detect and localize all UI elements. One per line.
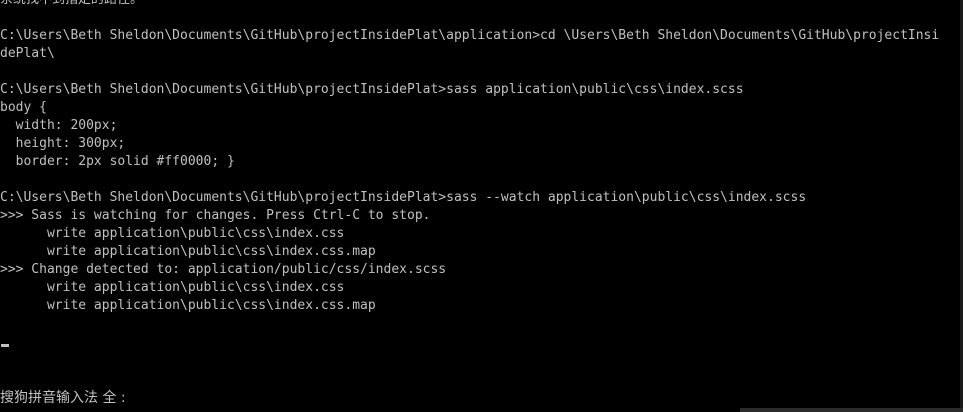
console-line: dePlat\: [0, 46, 55, 61]
console-line: width: 200px;: [0, 118, 118, 133]
console-line: body {: [0, 100, 47, 115]
console-line: C:\Users\Beth Sheldon\Documents\GitHub\p…: [0, 190, 807, 205]
console-line: write application\public\css\index.css.m…: [0, 298, 376, 313]
console-line: 系统找不到指定的路径。: [0, 0, 960, 9]
console-line: border: 2px solid #ff0000; }: [0, 154, 235, 169]
console-line: height: 300px;: [0, 136, 126, 151]
text-cursor: [1, 344, 9, 347]
console-line: write application\public\css\index.css: [0, 280, 345, 295]
console-output[interactable]: 系统找不到指定的路径。 C:\Users\Beth Sheldon\Docume…: [0, 0, 960, 381]
console-line: C:\Users\Beth Sheldon\Documents\GitHub\p…: [0, 82, 744, 97]
taskbar-edge: [740, 408, 963, 412]
console-line: >>> Sass is watching for changes. Press …: [0, 208, 431, 223]
cursor-line: [0, 333, 960, 351]
console-line: write application\public\css\index.css: [0, 226, 345, 241]
console-line: C:\Users\Beth Sheldon\Documents\GitHub\p…: [0, 28, 940, 43]
console-line: >>> Change detected to: application/publ…: [0, 262, 447, 277]
console-line: write application\public\css\index.css.m…: [0, 244, 376, 259]
ime-status-bar[interactable]: 搜狗拼音输入法 全 :: [0, 388, 963, 408]
